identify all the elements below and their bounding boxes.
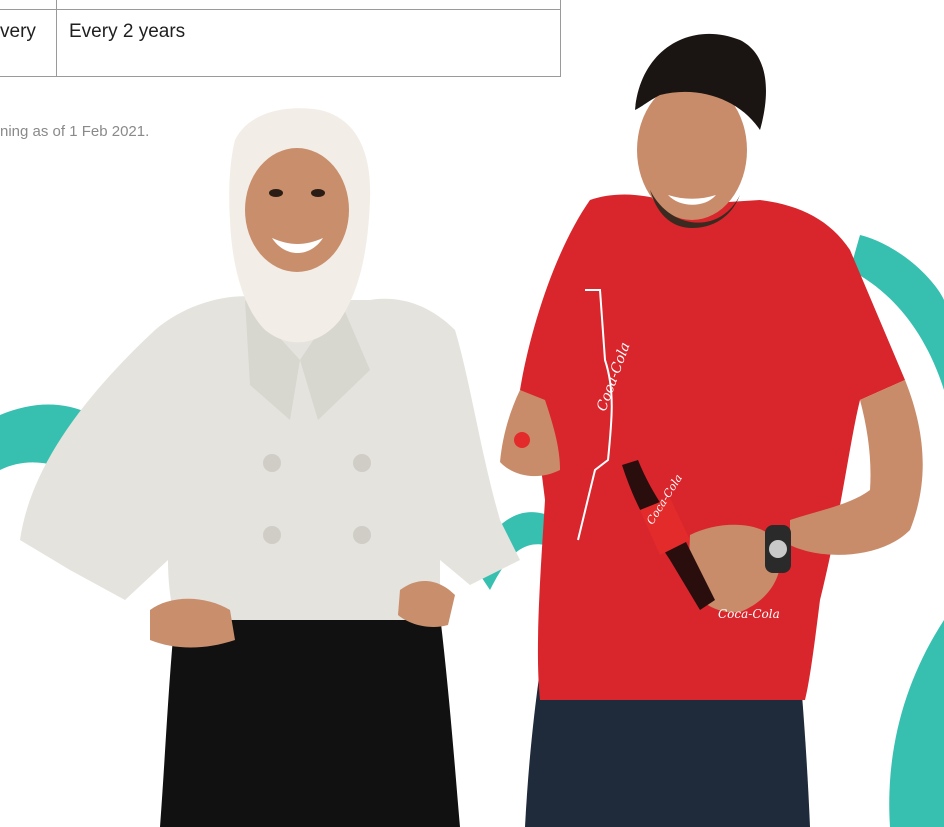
woman-hand-left [150,598,235,648]
jacket-button [263,454,281,472]
woman-hand-right [398,580,455,627]
woman-eye-left [269,189,283,197]
jacket-button [263,526,281,544]
teal-swoosh-right-lower [889,620,944,827]
jacket-button [353,526,371,544]
bottle-cap [514,432,530,448]
woman-face [245,148,349,272]
jacket-button [353,454,371,472]
man-shirt [520,194,905,701]
woman-skirt [160,615,460,827]
hem-logo-text: Coca-Cola [718,607,780,621]
people-photo: Coca-Cola Coca-Cola Coca-Cola [0,0,944,827]
watch-face [769,540,787,558]
woman-eye-right [311,189,325,197]
photo-illustration [0,33,944,827]
